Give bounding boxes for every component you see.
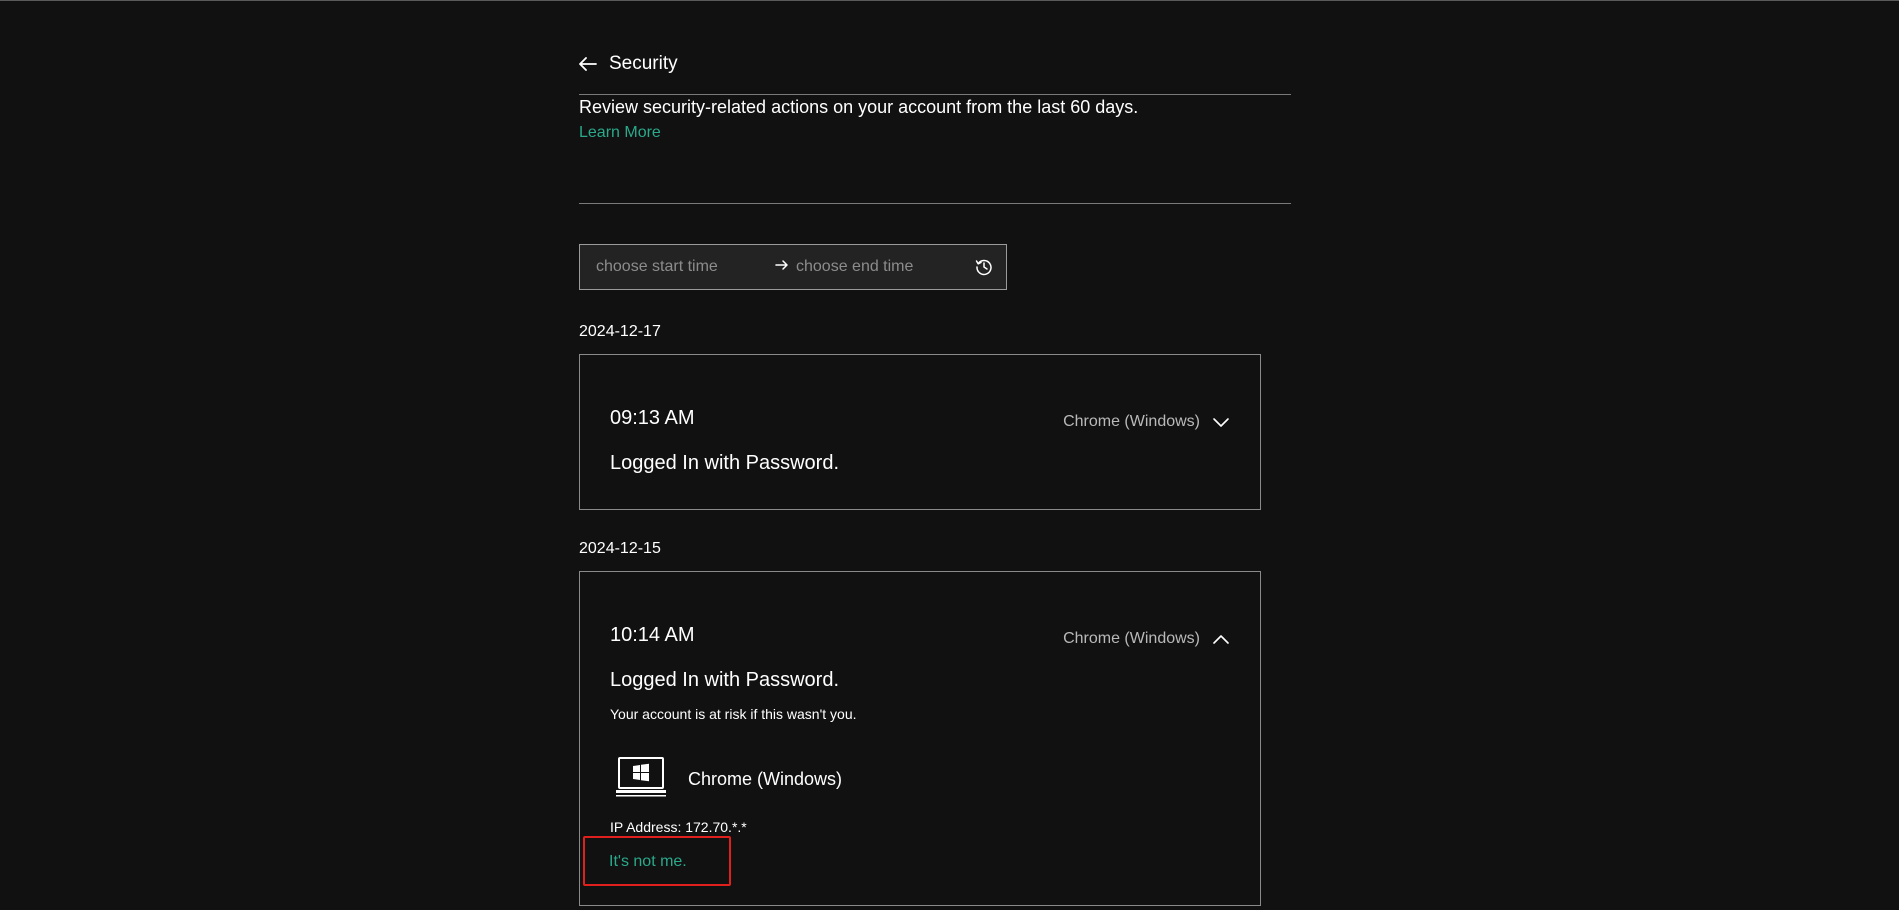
event-device: Chrome (Windows) xyxy=(1063,630,1200,647)
device-name: Chrome (Windows) xyxy=(688,769,843,789)
activity-card: 09:13 AM Chrome (Windows) Logged In with… xyxy=(579,354,1261,510)
start-time-input[interactable]: choose start time xyxy=(596,258,718,276)
arrow-right-icon xyxy=(775,258,789,277)
event-action: Logged In with Password. xyxy=(610,669,840,691)
header-divider xyxy=(579,94,1291,95)
group-date-label: 2024-12-17 xyxy=(579,323,661,340)
event-time: 09:13 AM xyxy=(610,407,695,429)
not-me-link[interactable]: It's not me. xyxy=(609,853,687,871)
date-range-picker[interactable]: choose start time choose end time xyxy=(579,244,1007,290)
section-divider xyxy=(579,203,1291,204)
security-page: Security Review security-related actions… xyxy=(0,0,1899,910)
page-description: Review security-related actions on your … xyxy=(579,97,1139,117)
end-time-input[interactable]: choose end time xyxy=(796,258,913,276)
event-time: 10:14 AM xyxy=(610,624,695,646)
risk-warning: Your account is at risk if this wasn't y… xyxy=(610,706,857,722)
event-device: Chrome (Windows) xyxy=(1063,413,1200,430)
page-header: Security xyxy=(579,53,678,75)
chevron-down-icon[interactable] xyxy=(1212,415,1230,433)
back-arrow-icon[interactable] xyxy=(579,57,597,71)
ip-address: IP Address: 172.70.*.* xyxy=(610,819,747,835)
chevron-up-icon[interactable] xyxy=(1212,632,1230,650)
event-action: Logged In with Password. xyxy=(610,452,840,474)
device-info: Chrome (Windows) xyxy=(616,757,842,802)
group-date-label: 2024-12-15 xyxy=(579,540,661,557)
learn-more-link[interactable]: Learn More xyxy=(579,124,661,142)
page-title: Security xyxy=(609,53,678,74)
history-clock-icon[interactable] xyxy=(975,258,993,281)
windows-laptop-icon xyxy=(616,757,666,802)
